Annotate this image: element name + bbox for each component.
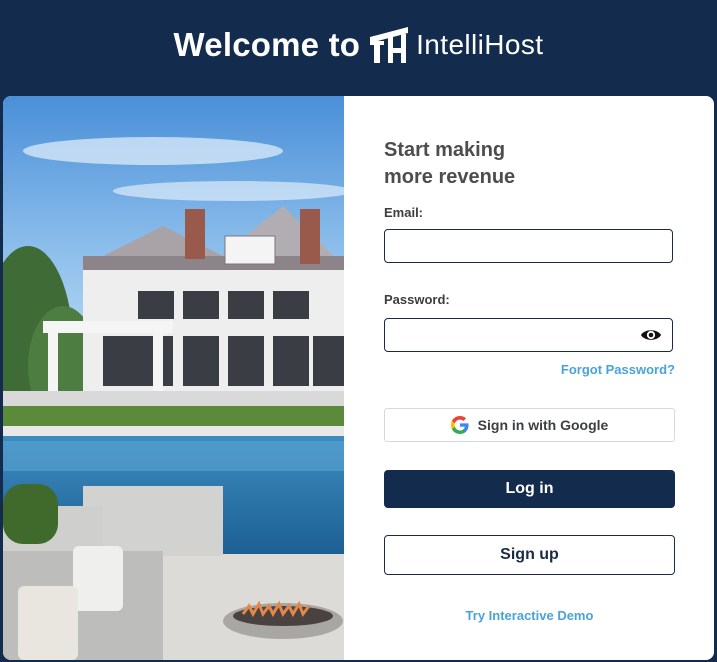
logo-icon (370, 27, 409, 63)
headline: Start making more revenue (384, 137, 644, 191)
password-label: Password: (384, 292, 450, 307)
login-card: Start making more revenue Email: Passwor… (3, 96, 714, 660)
password-field-box (384, 318, 673, 352)
email-field-box (384, 229, 673, 263)
email-field[interactable] (393, 231, 637, 263)
brand-name: IntelliHost (416, 29, 544, 60)
password-field[interactable] (393, 320, 637, 352)
login-button[interactable]: Log in (384, 470, 675, 508)
signup-button[interactable]: Sign up (384, 535, 675, 575)
headline-line-2: more revenue (384, 166, 516, 188)
page-header: Welcome to IntelliHost (0, 0, 717, 90)
google-button-label: Sign in with Google (477, 417, 609, 433)
google-sign-in-button[interactable]: Sign in with Google (384, 408, 675, 442)
google-icon (450, 416, 469, 434)
forgot-password-link[interactable]: Forgot Password? (561, 362, 675, 377)
house-pool-image (3, 96, 344, 660)
welcome-text: Welcome to (173, 26, 361, 63)
eye-icon[interactable] (640, 325, 662, 345)
headline-line-1: Start making (384, 139, 506, 161)
email-label: Email: (384, 205, 424, 220)
try-demo-link[interactable]: Try Interactive Demo (384, 608, 675, 623)
